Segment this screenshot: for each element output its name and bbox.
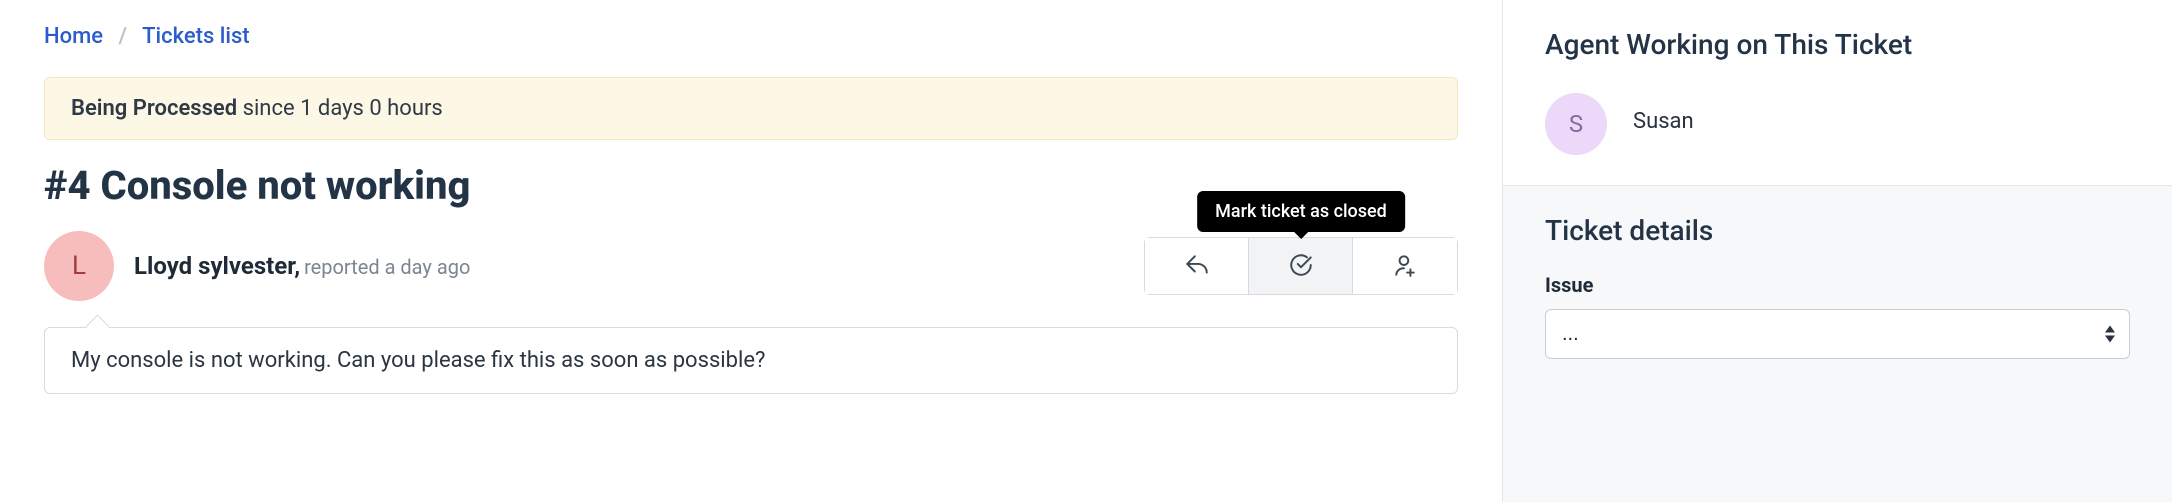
breadcrumb-tickets-link[interactable]: Tickets list	[142, 24, 250, 49]
issue-select-wrap: ...	[1545, 309, 2130, 359]
sidebar: Agent Working on This Ticket S Susan Tic…	[1502, 0, 2172, 502]
ticket-message: My console is not working. Can you pleas…	[44, 327, 1458, 394]
agent-section: Agent Working on This Ticket S Susan	[1503, 0, 2172, 186]
assign-agent-button[interactable]	[1353, 238, 1457, 294]
check-circle-icon	[1288, 252, 1314, 281]
breadcrumb: Home / Tickets list	[44, 24, 1458, 49]
reporter-time: reported a day ago	[304, 255, 470, 279]
reporter-row: L Lloyd sylvester, reported a day ago Ma…	[44, 231, 1458, 301]
details-section: Ticket details Issue ...	[1503, 186, 2172, 389]
issue-label: Issue	[1545, 273, 2130, 297]
reporter-info: L Lloyd sylvester, reported a day ago	[44, 231, 470, 301]
reporter-text: Lloyd sylvester, reported a day ago	[134, 252, 470, 280]
agent-avatar: S	[1545, 93, 1607, 155]
status-banner: Being Processed since 1 days 0 hours	[44, 77, 1458, 140]
user-plus-icon	[1392, 252, 1418, 281]
reporter-avatar: L	[44, 231, 114, 301]
reply-button[interactable]	[1145, 238, 1249, 294]
reply-icon	[1184, 252, 1210, 281]
details-heading: Ticket details	[1545, 214, 2130, 247]
reporter-name: Lloyd sylvester,	[134, 252, 300, 280]
mark-closed-button[interactable]	[1249, 238, 1353, 294]
status-label: Being Processed	[71, 96, 237, 121]
agent-name: Susan	[1633, 109, 1694, 134]
tooltip-mark-closed: Mark ticket as closed	[1197, 191, 1405, 232]
status-since: since 1 days 0 hours	[243, 96, 443, 121]
breadcrumb-separator: /	[119, 24, 128, 49]
issue-select[interactable]: ...	[1545, 309, 2130, 359]
main-column: Home / Tickets list Being Processed sinc…	[0, 0, 1502, 502]
agent-heading: Agent Working on This Ticket	[1545, 28, 2130, 61]
agent-row: S Susan	[1545, 87, 2130, 155]
ticket-actions: Mark ticket as closed	[1144, 237, 1458, 295]
breadcrumb-home-link[interactable]: Home	[44, 24, 103, 49]
